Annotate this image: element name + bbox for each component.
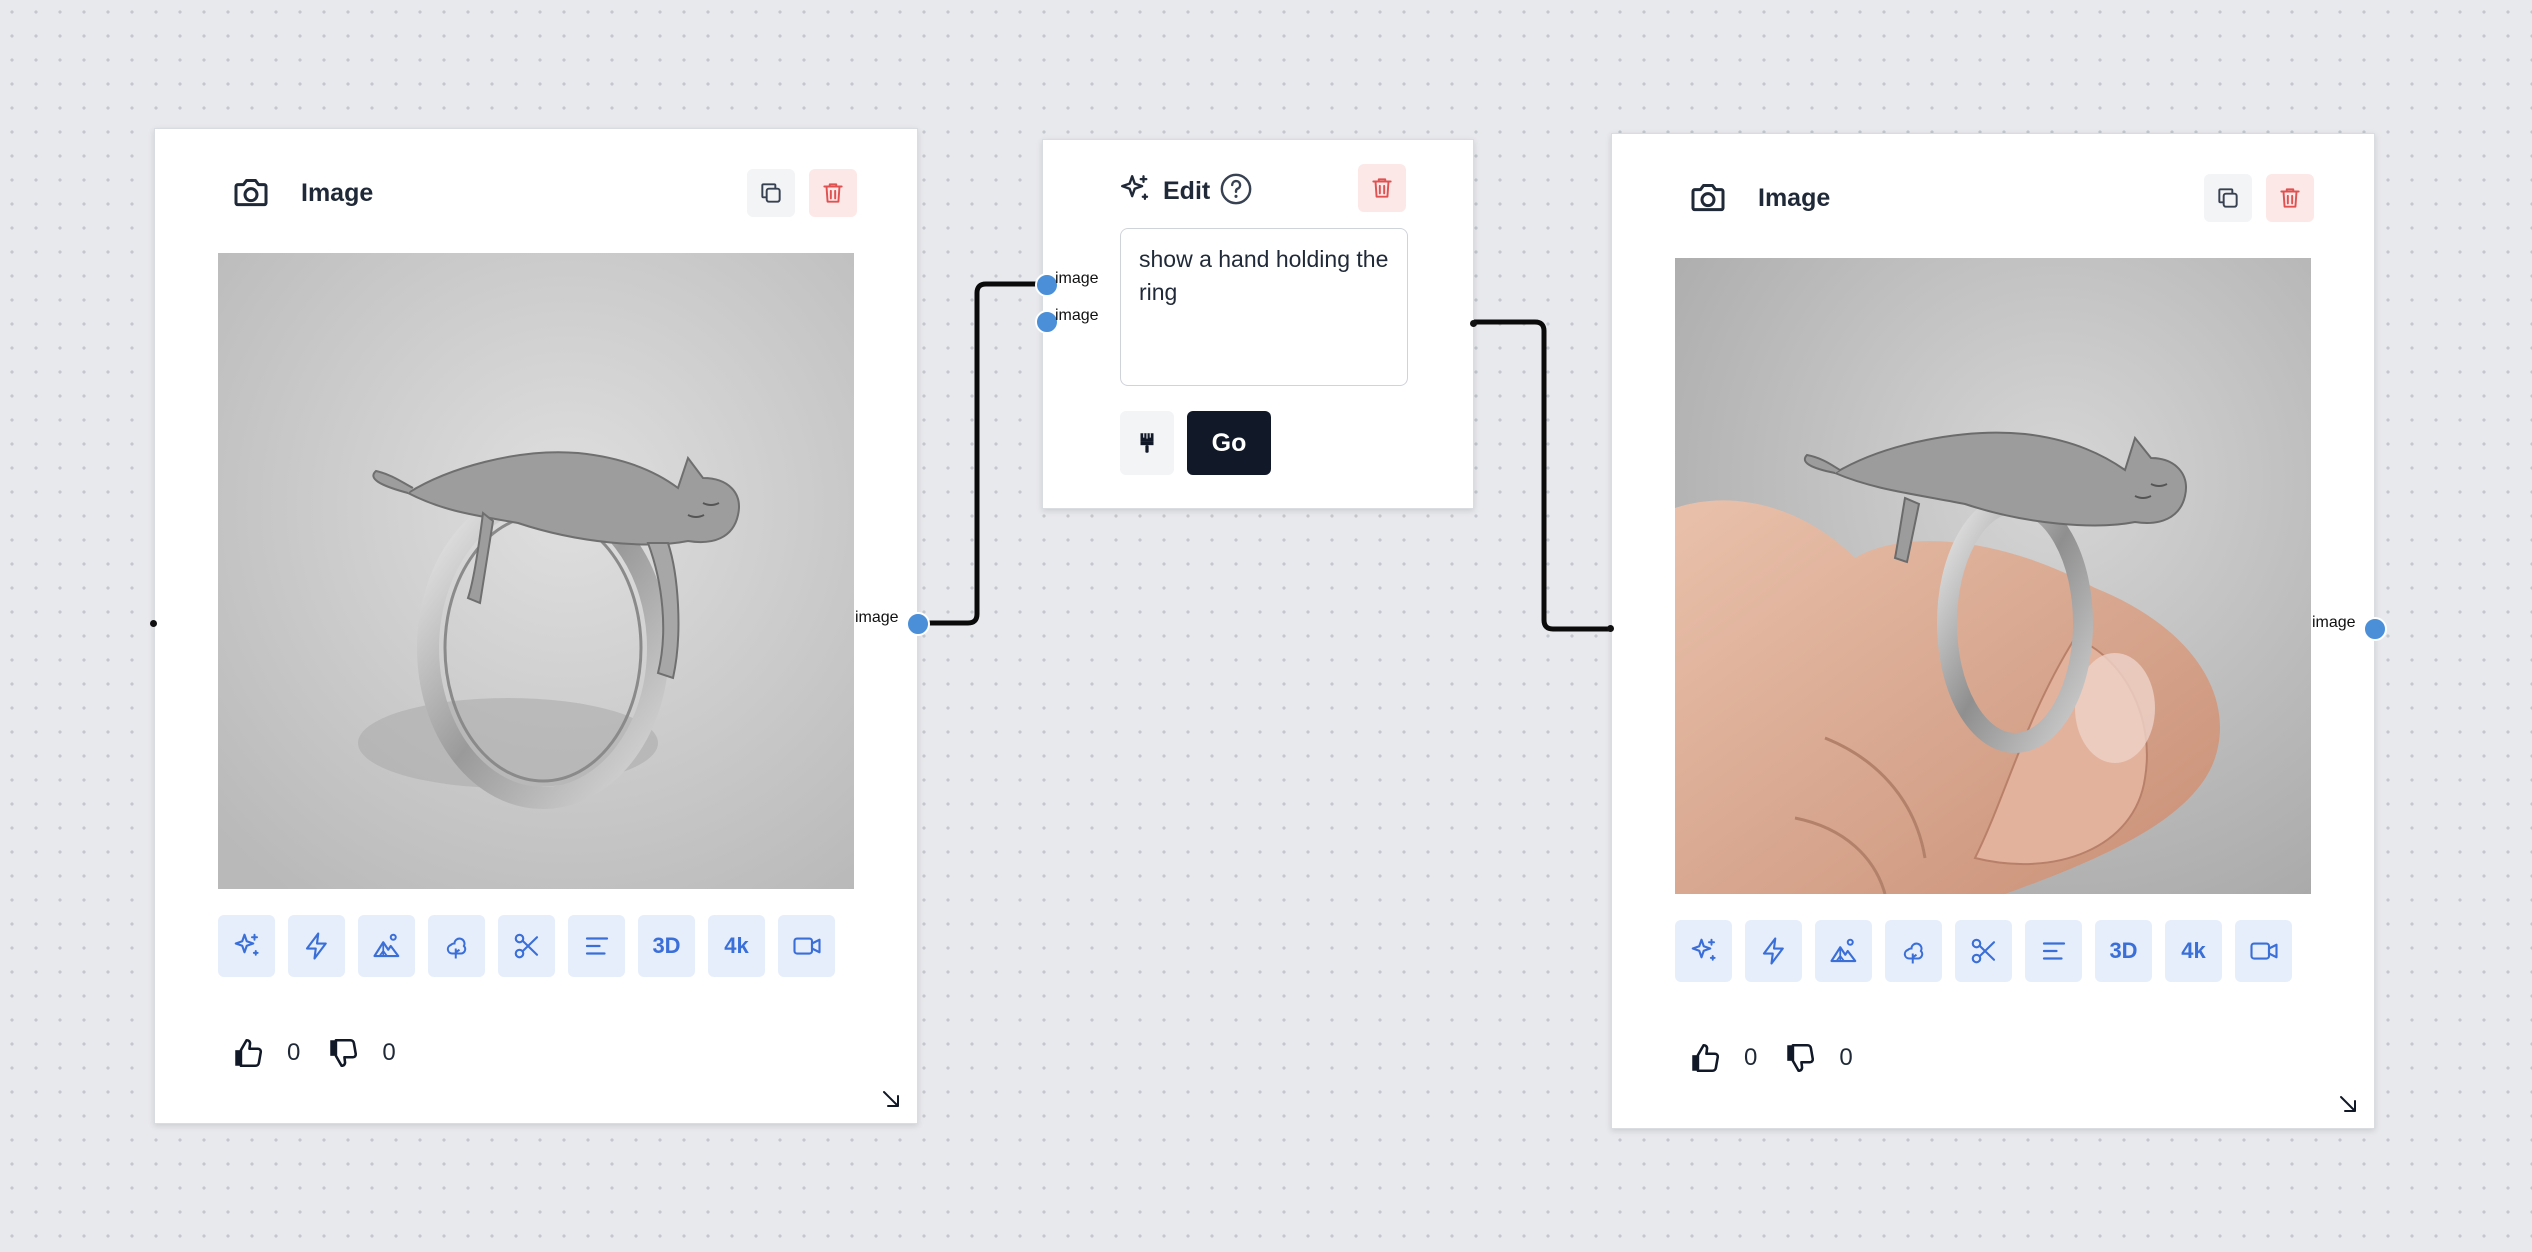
like-count: 0 [287,1039,301,1066]
thumbs-up-icon[interactable] [231,1036,265,1070]
landscape-icon [372,931,402,961]
input-port-2-label: image [1055,307,1099,324]
landscape-button[interactable] [1815,920,1872,982]
thumbs-down-icon[interactable] [326,1036,360,1070]
action-toolbar: 3D 4k [1675,920,2292,982]
describe-button[interactable] [2025,920,2082,982]
prompt-input[interactable]: show a hand holding the ring [1120,228,1408,386]
background-button[interactable] [428,915,485,977]
background-button[interactable] [1885,920,1942,982]
node-header: Image [231,167,857,219]
sparkles-icon [1689,936,1719,966]
align-left-icon [2039,936,2069,966]
output-port-label: image [855,609,899,626]
cutout-button[interactable] [1955,920,2012,982]
delete-button[interactable] [809,169,857,217]
wire-edit-to-right [1474,319,1612,632]
node-title: Image [1758,184,1831,212]
help-icon[interactable] [1219,172,1253,206]
output-port[interactable] [2363,617,2387,641]
sparkles-icon [1118,172,1152,206]
output-port-label: image [2312,614,2356,631]
image-node-left[interactable]: Image 3D 4k 0 0 image [150,128,930,1124]
scissors-icon [1969,936,1999,966]
go-button[interactable]: Go [1187,411,1271,475]
edit-node[interactable]: Edit show a hand holding the ring Go ima… [1035,139,1477,509]
vote-bar: 0 0 [1688,1036,1879,1080]
thumbs-down-icon[interactable] [1783,1041,1817,1075]
hand-holding-ring-image [1675,258,2311,894]
trash-icon [2277,185,2303,211]
duplicate-button[interactable] [2204,174,2252,222]
landscape-icon [1829,936,1859,966]
input-port[interactable] [150,620,157,627]
trash-icon [820,180,846,206]
thumbs-up-icon[interactable] [1688,1041,1722,1075]
action-toolbar: 3D 4k [218,915,835,977]
upscale-4k-button[interactable]: 4k [708,915,765,977]
duplicate-button[interactable] [747,169,795,217]
scissors-icon [512,931,542,961]
copy-icon [2215,185,2241,211]
camera-icon [231,173,271,213]
image-node-right[interactable]: Image 3D 4k 0 0 image [1607,133,2387,1129]
3d-button[interactable]: 3D [638,915,695,977]
3d-button[interactable]: 3D [2095,920,2152,982]
delete-button[interactable] [1358,164,1406,212]
landscape-button[interactable] [358,915,415,977]
upscale-4k-button[interactable]: 4k [2165,920,2222,982]
align-left-icon [582,931,612,961]
node-header: Image [1688,172,2314,224]
describe-button[interactable] [568,915,625,977]
video-icon [792,931,822,961]
trash-icon [1369,175,1395,201]
output-port[interactable] [906,612,930,636]
vote-bar: 0 0 [231,1031,422,1075]
camera-icon [1688,178,1728,218]
quick-generate-button[interactable] [288,915,345,977]
input-port[interactable] [1607,625,1614,632]
video-button[interactable] [778,915,835,977]
dislike-count: 0 [1839,1044,1853,1071]
quick-generate-button[interactable] [1745,920,1802,982]
enhance-button[interactable] [218,915,275,977]
ring-image [218,253,854,889]
cutout-button[interactable] [498,915,555,977]
dislike-count: 0 [382,1039,396,1066]
trees-icon [442,931,472,961]
like-count: 0 [1744,1044,1758,1071]
copy-icon [758,180,784,206]
delete-button[interactable] [2266,174,2314,222]
trees-icon [1899,936,1929,966]
video-button[interactable] [2235,920,2292,982]
enhance-button[interactable] [1675,920,1732,982]
mask-brush-button[interactable] [1120,411,1174,475]
node-title: Image [301,179,374,207]
output-port[interactable] [1470,320,1477,327]
lightning-icon [302,931,332,961]
resize-handle-icon[interactable] [2336,1092,2360,1116]
sparkles-icon [232,931,262,961]
video-icon [2249,936,2279,966]
lightning-icon [1759,936,1789,966]
wire-left-to-edit [918,281,1038,626]
resize-handle-icon[interactable] [879,1087,903,1111]
node-title: Edit [1163,177,1211,205]
input-port-1-label: image [1055,270,1099,287]
paintbrush-icon [1134,428,1160,458]
